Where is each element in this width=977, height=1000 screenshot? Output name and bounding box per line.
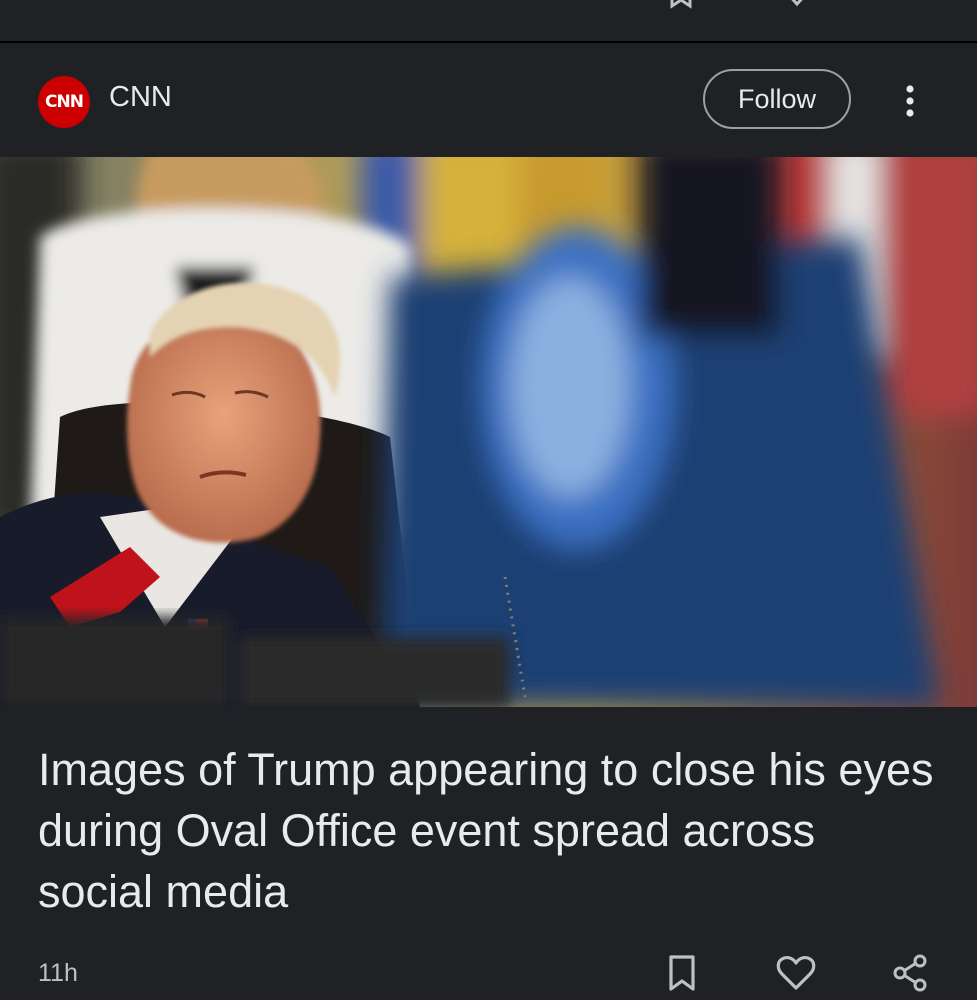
source-name[interactable]: CNN <box>109 81 172 114</box>
article-image[interactable] <box>0 157 977 707</box>
bookmark-icon[interactable] <box>666 0 696 10</box>
article-timestamp: 11h <box>38 959 78 987</box>
source-logo[interactable]: CNN <box>38 76 90 128</box>
follow-button[interactable]: Follow <box>703 69 851 129</box>
news-card[interactable]: CNN CNN Follow Images of Trump appearing… <box>0 43 977 1000</box>
heart-icon[interactable] <box>782 0 812 10</box>
article-meta: 11h <box>0 943 977 1000</box>
heart-icon[interactable] <box>774 951 818 995</box>
news-photo <box>0 157 977 707</box>
previous-card-actions <box>0 0 977 41</box>
bookmark-icon[interactable] <box>660 951 704 995</box>
article-headline[interactable]: Images of Trump appearing to close his e… <box>38 739 938 922</box>
source-logo-text: CNN <box>45 92 84 112</box>
source-row: CNN CNN Follow <box>0 43 977 157</box>
share-icon[interactable] <box>888 951 932 995</box>
more-options-icon[interactable] <box>895 83 925 119</box>
share-icon[interactable] <box>900 0 930 10</box>
